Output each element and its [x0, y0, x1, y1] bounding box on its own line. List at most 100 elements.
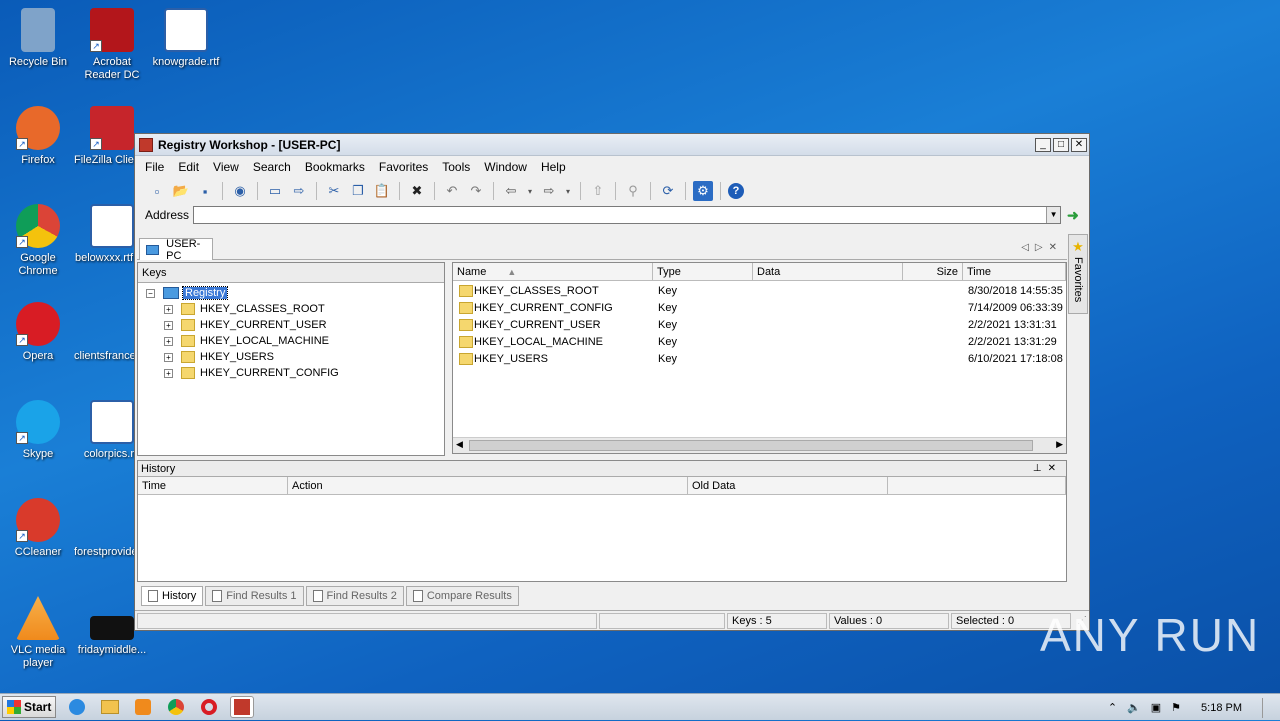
list-row[interactable]: HKEY_CLASSES_ROOT Key 8/30/2018 14:55:35	[453, 283, 1066, 300]
redo-icon[interactable]: ↷	[466, 181, 486, 201]
undo-icon[interactable]: ↶	[442, 181, 462, 201]
column-header-data[interactable]: Data	[753, 263, 903, 281]
address-input[interactable]: ▼	[193, 206, 1062, 224]
snapshot-icon[interactable]: ◉	[230, 181, 250, 201]
tab-close-icon[interactable]: ✕	[1049, 242, 1063, 253]
action-center-flag-icon[interactable]: ⚑	[1171, 701, 1181, 714]
paste-icon[interactable]: 📋	[372, 181, 392, 201]
tab-user-pc[interactable]: USER-PC	[139, 238, 213, 262]
menu-search[interactable]: Search	[253, 160, 291, 174]
help-icon[interactable]: ?	[728, 183, 744, 199]
desktop-icon-recycle-bin[interactable]: Recycle Bin	[0, 8, 76, 69]
delete-icon[interactable]: ✖	[407, 181, 427, 201]
tab-compare-results[interactable]: Compare Results	[405, 586, 519, 606]
pin-icon[interactable]: ⊥	[1033, 463, 1048, 474]
menu-tools[interactable]: Tools	[442, 160, 470, 174]
expand-icon[interactable]: +	[164, 336, 173, 346]
collapse-icon[interactable]: −	[146, 288, 155, 298]
desktop-icon-chrome[interactable]: ↗ Google Chrome	[0, 204, 76, 278]
list-row[interactable]: HKEY_CURRENT_USER Key 2/2/2021 13:31:31	[453, 317, 1066, 334]
tree-item-hkcu[interactable]: + HKEY_CURRENT_USER	[164, 317, 327, 333]
column-header-action[interactable]: Action	[288, 477, 688, 495]
options-gear-icon[interactable]: ⚙	[693, 181, 713, 201]
desktop-icon-firefox[interactable]: ↗ Firefox	[0, 106, 76, 167]
desktop-icon-ccleaner[interactable]: ↗ CCleaner	[0, 498, 76, 559]
menu-file[interactable]: File	[145, 160, 164, 174]
close-button[interactable]: ✕	[1071, 137, 1087, 152]
volume-icon[interactable]: 🔈	[1127, 701, 1141, 714]
menu-bookmarks[interactable]: Bookmarks	[305, 160, 365, 174]
history-pane: History ⊥✕ Time Action Old Data	[137, 460, 1067, 582]
taskbar-file-explorer-icon[interactable]	[98, 696, 122, 718]
new-icon[interactable]: ▫	[147, 181, 167, 201]
tree-item-hklm[interactable]: + HKEY_LOCAL_MACHINE	[164, 333, 329, 349]
tree-item-hkcr[interactable]: + HKEY_CLASSES_ROOT	[164, 301, 325, 317]
clock[interactable]: 5:18 PM	[1201, 702, 1242, 714]
minimize-button[interactable]: _	[1035, 137, 1051, 152]
taskbar-chrome-icon[interactable]	[164, 696, 188, 718]
column-header-size[interactable]: Size	[903, 263, 963, 281]
address-dropdown-icon[interactable]: ▼	[1046, 207, 1061, 223]
desktop-icon-knowgrade[interactable]: knowgrade.rtf	[148, 8, 224, 69]
taskbar-media-player-icon[interactable]	[131, 696, 155, 718]
expand-icon[interactable]: +	[164, 320, 173, 330]
scroll-right-icon[interactable]: ▶	[1056, 439, 1063, 450]
desktop-icon-opera[interactable]: ↗ Opera	[0, 302, 76, 363]
menu-help[interactable]: Help	[541, 160, 566, 174]
tab-prev-icon[interactable]: ◁	[1021, 242, 1035, 253]
tab-find-results-1[interactable]: Find Results 1	[205, 586, 304, 606]
copy-icon[interactable]: ❐	[348, 181, 368, 201]
cut-icon[interactable]: ✂	[324, 181, 344, 201]
up-level-icon[interactable]: ⇧	[588, 181, 608, 201]
find-icon[interactable]: ⚲	[623, 181, 643, 201]
tree-item-hku[interactable]: + HKEY_USERS	[164, 349, 274, 365]
menu-edit[interactable]: Edit	[178, 160, 199, 174]
back-icon[interactable]: ⇦	[501, 181, 521, 201]
tray-expand-icon[interactable]: ⌃	[1108, 701, 1117, 714]
go-arrow-icon[interactable]: ➜	[1067, 207, 1079, 224]
tab-history[interactable]: History	[141, 586, 204, 606]
tab-next-icon[interactable]: ▷	[1035, 242, 1049, 253]
column-header-type[interactable]: Type	[653, 263, 753, 281]
desktop-icon-vlc[interactable]: VLC media player	[0, 596, 76, 670]
save-icon[interactable]: ▪	[195, 181, 215, 201]
favorites-sidebar-tab[interactable]: ★ Favorites	[1068, 234, 1088, 314]
taskbar-registry-workshop-icon[interactable]	[230, 696, 254, 718]
column-header-time[interactable]: Time	[138, 477, 288, 495]
list-row[interactable]: HKEY_CURRENT_CONFIG Key 7/14/2009 06:33:…	[453, 300, 1066, 317]
expand-icon[interactable]: +	[164, 368, 173, 378]
connect-computer-icon[interactable]: ▭	[265, 181, 285, 201]
network-icon[interactable]: ▣	[1151, 701, 1161, 714]
list-row[interactable]: HKEY_LOCAL_MACHINE Key 2/2/2021 13:31:29	[453, 334, 1066, 351]
menu-favorites[interactable]: Favorites	[379, 160, 428, 174]
column-header-time[interactable]: Time	[963, 263, 1066, 281]
tab-find-results-2[interactable]: Find Results 2	[305, 586, 404, 606]
maximize-button[interactable]: □	[1053, 137, 1069, 152]
desktop-icon-acrobat[interactable]: ↗ Acrobat Reader DC	[74, 8, 150, 82]
tree-item-hkcc[interactable]: + HKEY_CURRENT_CONFIG	[164, 365, 339, 381]
scrollbar-thumb[interactable]	[469, 440, 1033, 451]
forward-dropdown-icon[interactable]: ▾	[563, 181, 573, 201]
show-desktop-button[interactable]	[1262, 697, 1272, 718]
menu-window[interactable]: Window	[484, 160, 527, 174]
menu-view[interactable]: View	[213, 160, 239, 174]
back-dropdown-icon[interactable]: ▾	[525, 181, 535, 201]
column-header-name[interactable]: Name ▲	[453, 263, 653, 281]
horizontal-scrollbar[interactable]: ◀ ▶	[453, 437, 1066, 453]
tree-root-registry[interactable]: − Registry	[146, 285, 229, 301]
taskbar-opera-icon[interactable]	[197, 696, 221, 718]
desktop-icon-skype[interactable]: ↗ Skype	[0, 400, 76, 461]
column-header-old-data[interactable]: Old Data	[688, 477, 888, 495]
close-icon[interactable]: ✕	[1048, 463, 1062, 474]
forward-icon[interactable]: ⇨	[539, 181, 559, 201]
refresh-icon[interactable]: ⟳	[658, 181, 678, 201]
expand-icon[interactable]: +	[164, 352, 173, 362]
list-row[interactable]: HKEY_USERS Key 6/10/2021 17:18:08	[453, 351, 1066, 368]
scroll-left-icon[interactable]: ◀	[456, 439, 463, 450]
title-bar[interactable]: Registry Workshop - [USER-PC] _ □ ✕	[135, 134, 1089, 156]
start-button[interactable]: Start	[2, 696, 56, 718]
taskbar-internet-explorer-icon[interactable]	[65, 696, 89, 718]
open-icon[interactable]: 📂	[171, 181, 191, 201]
expand-icon[interactable]: +	[164, 304, 173, 314]
disconnect-computer-icon[interactable]: ⇨	[289, 181, 309, 201]
